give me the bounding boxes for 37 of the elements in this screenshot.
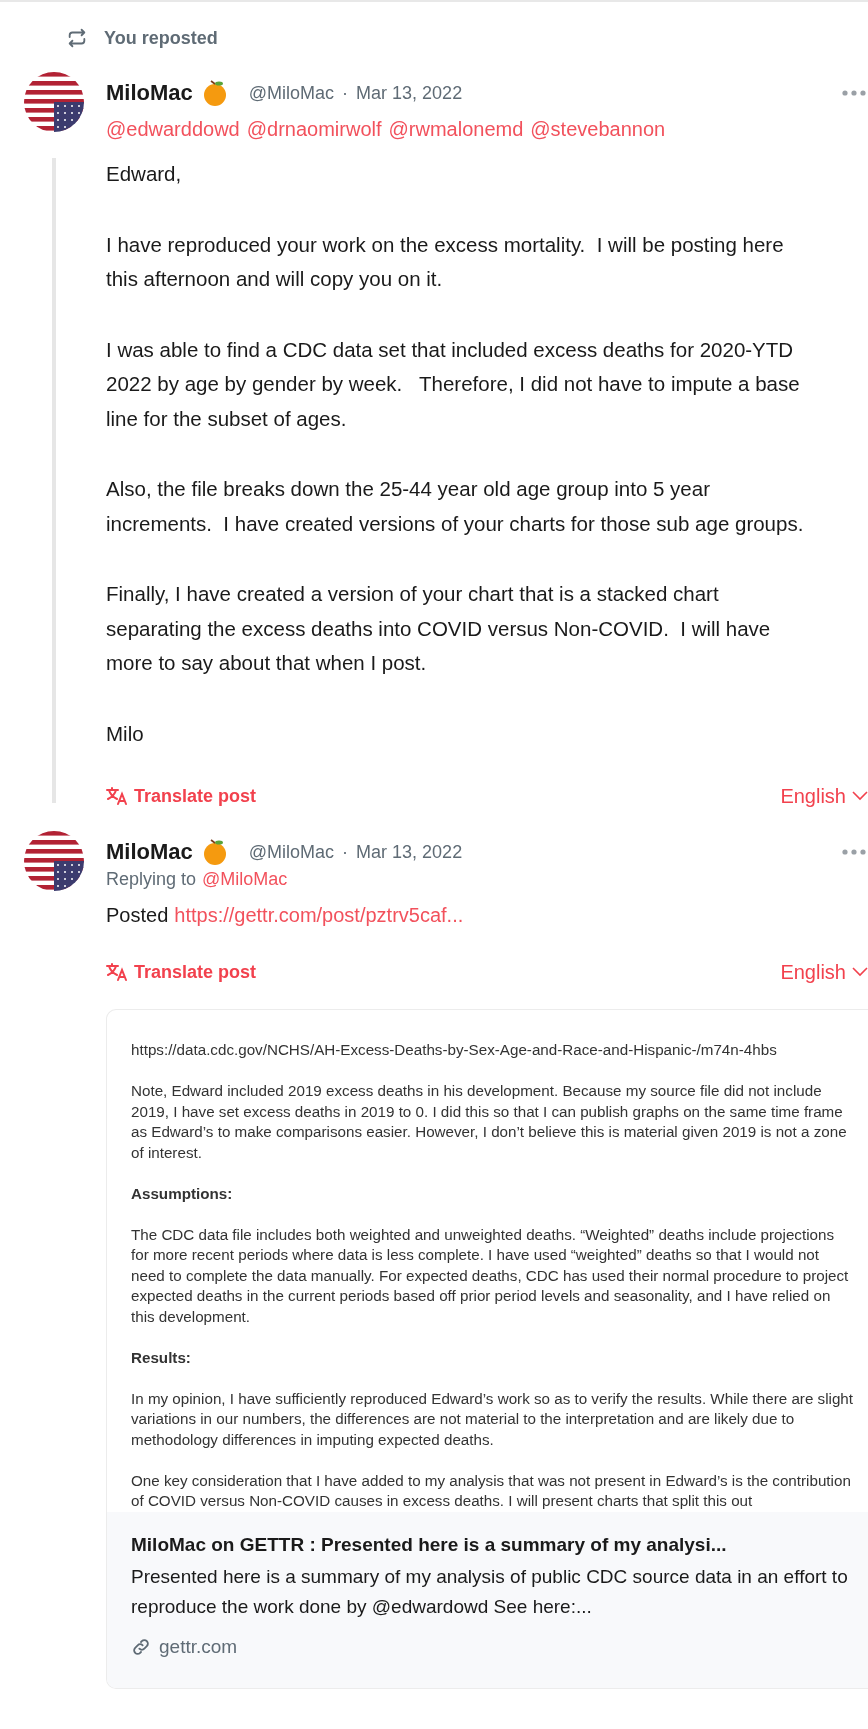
post-paragraph: Finally, I have created a version of your chart that is a stacked chart separating the excess deaths into COVID versus Non-COVID. I will have more to say about that when I post. (106, 581, 772, 676)
author-name[interactable]: MiloMac (106, 80, 193, 106)
document-paragraph: One key consideration that I have added to my analysis that was not present in Edward’s is the contribution of COVID versus Non-COVID causes in excess deaths. I will present charts that split this out (131, 1470, 852, 1511)
document-paragraph: https://data.cdc.gov/NCHS/AH-Excess-Deaths-by-Sex-Age-and-Race-and-Hispanic-/m74n-4hbs (131, 1040, 778, 1060)
post-link[interactable]: https://gettr.com/post/pztrv5caf... (174, 904, 464, 927)
mention-link[interactable]: @stevebannon (530, 118, 666, 141)
post-text: Posted (106, 904, 169, 927)
document-paragraph: Note, Edward included 2019 excess deaths in his development. Because my source file did not include 2019, I have set excess deaths in 2019 to 0. I did this so that I can publish graphs on the same time frame as Edward’s to make comparisons easier. However, I don’t believe this is material given 2019 is not a zone of interest. (131, 1081, 848, 1163)
post-paragraph: Edward, (106, 161, 183, 187)
preview-description: Presented here is a summary of my analysis of public CDC source data in an effort to reproduce the work done by @edwardowd See here:... (131, 1565, 849, 1619)
language-dropdown[interactable]: English (780, 784, 868, 808)
separator-dot: · (342, 841, 349, 863)
mention-link[interactable]: @MiloMac (202, 869, 288, 890)
mention-link[interactable]: @edwarddowd (106, 118, 240, 141)
post-paragraph: I was able to find a CDC data set that included excess deaths for 2020-YTD 2022 by age by gender by week. Therefore, I did not have to impute a base line for the subset of ages. (106, 336, 801, 432)
author-name[interactable]: MiloMac (106, 839, 193, 865)
post-paragraph: I have reproduced your work on the excess mortality. I will be posting here this afternoon and will copy you on it. (106, 231, 785, 292)
separator-dot: · (342, 82, 349, 104)
author-handle[interactable]: @MiloMac (248, 841, 335, 863)
document-heading: Assumptions: (131, 1183, 234, 1204)
preview-domain: gettr.com (159, 1636, 238, 1658)
document-paragraph: The CDC data file includes both weighted and unweighted deaths. “Weighted” deaths include projections for more recent periods where data is less complete. I have used “weighted” deaths so that I would not need to complete the data manually. For expected deaths, CDC has used their normal procedure to project expected deaths in the current periods based off prior period levels and seasonality, and I have relied on this development. (131, 1224, 850, 1327)
post-date: Mar 13, 2022 (356, 82, 463, 104)
post-paragraph: Milo (106, 720, 145, 747)
author-handle[interactable]: @MiloMac (248, 82, 335, 104)
repost-label: You reposted (104, 27, 218, 49)
translate-button[interactable]: Translate post (106, 961, 257, 983)
post-paragraph: Also, the file breaks down the 25-44 year old age group into 5 year increments. I have created versions of your charts for those sub age groups. (106, 476, 805, 537)
replying-label: Replying to (106, 869, 197, 890)
translate-button[interactable]: Translate post (106, 785, 257, 807)
document-paragraph: In my opinion, I have sufficiently reproduced Edward’s work so as to verify the results. While there are slight variations in our numbers, the differences are not material to the interpretation and are likely due to methodology differences in imputing expected deaths. (131, 1388, 854, 1450)
post-date: Mar 13, 2022 (356, 841, 463, 863)
document-heading: Results: (131, 1347, 192, 1368)
mention-link[interactable]: @rwmalonemd (388, 118, 524, 141)
language-dropdown[interactable]: English (780, 960, 868, 984)
preview-title: MiloMac on GETTR : Presented here is a summary of my analysi... (131, 1534, 728, 1556)
mention-link[interactable]: @drnaomirwolf (246, 118, 382, 141)
